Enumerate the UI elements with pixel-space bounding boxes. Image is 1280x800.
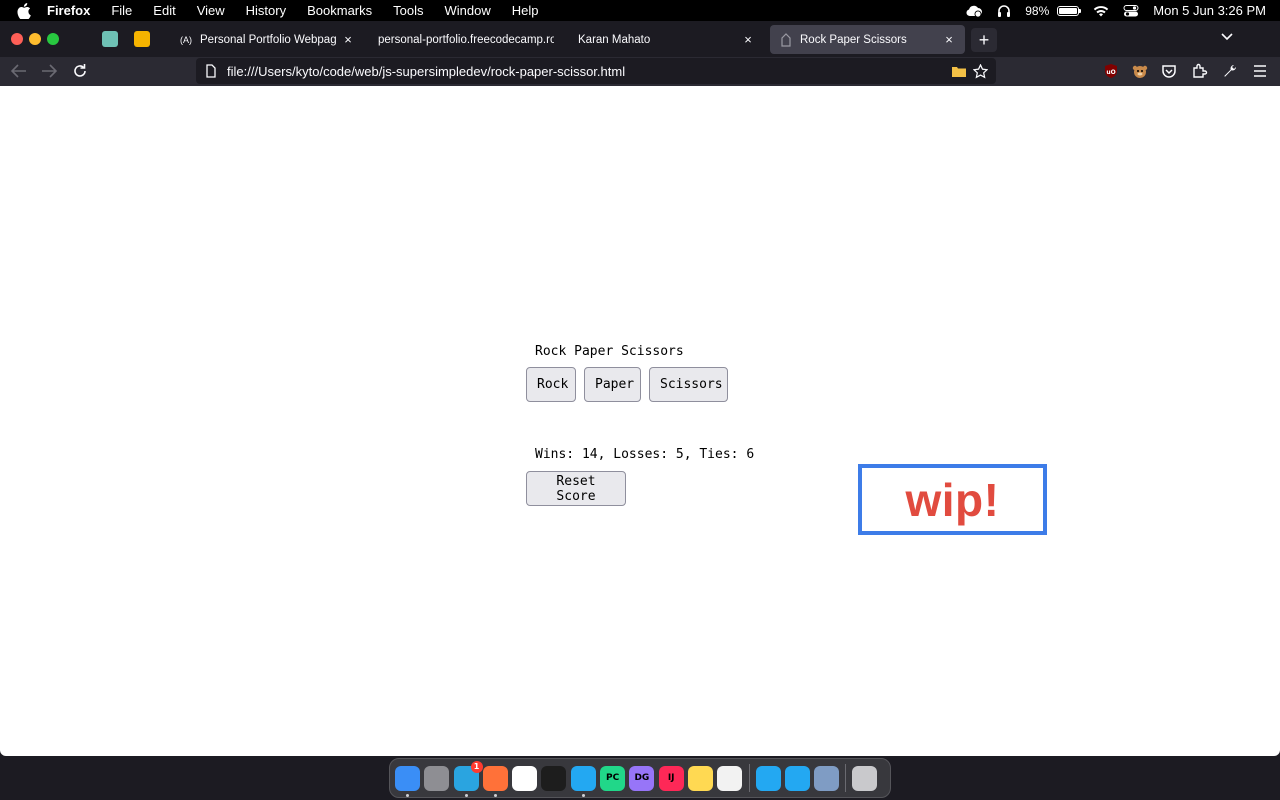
tab-close-icon[interactable]: × — [941, 32, 957, 47]
tab-title: Personal Portfolio Webpage: Bu — [200, 33, 336, 46]
tab-portfolio-webpage[interactable]: (A) Personal Portfolio Webpage: Bu × — [170, 25, 364, 54]
datagrip-label: DG — [634, 773, 650, 783]
launchpad-icon[interactable] — [424, 765, 450, 791]
svg-text:uO: uO — [1106, 69, 1115, 76]
score-text: Wins: 14, Losses: 5, Ties: 6 — [535, 447, 755, 462]
finder-icon[interactable] — [395, 765, 420, 797]
battery-percent: 98% — [1025, 3, 1050, 18]
dock-separator — [845, 764, 847, 792]
datagrip-icon[interactable]: DG — [629, 765, 655, 791]
tab-title: personal-portfolio.freecodecamp.ro — [378, 33, 554, 46]
menubar-clock[interactable]: Mon 5 Jun 3:26 PM — [1153, 3, 1266, 18]
notes-icon[interactable] — [687, 765, 713, 791]
extensions-puzzle-icon[interactable] — [1191, 62, 1209, 80]
game-title: Rock Paper Scissors — [535, 344, 684, 359]
menu-bar: Firefox File Edit View History Bookmarks… — [0, 0, 1280, 21]
running-indicator — [493, 793, 497, 797]
tab-rock-paper-scissors[interactable]: Rock Paper Scissors × — [770, 25, 965, 54]
rock-button[interactable]: Rock — [526, 367, 576, 402]
pycharm-label: PC — [605, 773, 620, 783]
url-text[interactable]: file:///Users/kyto/code/web/js-supersimp… — [227, 64, 952, 79]
tab-title: Karan Mahato — [578, 33, 651, 46]
address-bar[interactable]: file:///Users/kyto/code/web/js-supersimp… — [196, 58, 996, 84]
tab-freecodecamp-portfolio[interactable]: personal-portfolio.freecodecamp.ro — [370, 25, 562, 54]
pinned-tab-chatgpt-icon[interactable] — [102, 31, 118, 47]
trash-icon[interactable] — [852, 765, 878, 791]
page-favicon-icon — [778, 32, 794, 48]
window-close-button[interactable] — [11, 33, 23, 45]
textedit-icon[interactable] — [717, 765, 743, 791]
menu-history[interactable]: History — [246, 3, 286, 18]
vscode-icon[interactable] — [570, 765, 596, 797]
freecodecamp-favicon-icon: (A) — [180, 34, 192, 45]
pinned-tab-keep-icon[interactable] — [134, 31, 150, 47]
running-indicator — [464, 793, 468, 797]
intellij-icon[interactable]: IJ — [658, 765, 684, 791]
window-minimize-button[interactable] — [29, 33, 41, 45]
preview-window-icon[interactable] — [814, 765, 840, 791]
dock-separator — [748, 764, 750, 792]
rps-game: Rock Paper Scissors Rock Paper Scissors … — [526, 342, 754, 506]
telegram-icon[interactable]: 1 — [453, 760, 483, 797]
creative-cloud-icon[interactable] — [965, 4, 983, 18]
folder-icon[interactable] — [952, 66, 966, 77]
navigation-bar: file:///Users/kyto/code/web/js-supersimp… — [0, 57, 1280, 86]
notification-badge: 1 — [470, 760, 483, 773]
chrome-icon[interactable] — [512, 765, 538, 791]
wifi-icon[interactable] — [1093, 5, 1109, 17]
menu-tools[interactable]: Tools — [393, 3, 423, 18]
bookmark-star-icon[interactable] — [972, 63, 988, 79]
new-tab-button[interactable]: + — [971, 28, 997, 52]
back-arrow-icon[interactable] — [9, 61, 29, 81]
dock: 1 PC DG IJ — [389, 758, 891, 798]
menu-bookmarks[interactable]: Bookmarks — [307, 3, 372, 18]
terminal-icon[interactable] — [541, 765, 567, 791]
wip-label: wip! — [858, 464, 1047, 535]
tab-close-icon[interactable]: × — [340, 32, 356, 47]
menu-help[interactable]: Help — [512, 3, 539, 18]
vscode-window-1-icon[interactable] — [755, 765, 781, 791]
reset-score-button[interactable]: Reset Score — [526, 471, 626, 506]
forward-arrow-icon[interactable] — [39, 61, 59, 81]
headphones-icon[interactable] — [997, 4, 1011, 18]
tab-karan-mahato[interactable]: Karan Mahato × — [570, 25, 764, 54]
scissors-button[interactable]: Scissors — [649, 367, 728, 402]
pocket-icon[interactable] — [1160, 62, 1178, 80]
battery-icon[interactable] — [1057, 5, 1082, 16]
firefox-icon[interactable] — [482, 765, 508, 797]
hamburger-menu-icon[interactable] — [1251, 62, 1269, 80]
menu-file[interactable]: File — [111, 3, 132, 18]
vscode-window-2-icon[interactable] — [784, 765, 810, 791]
running-indicator — [581, 793, 585, 797]
tampermonkey-icon[interactable] — [1131, 62, 1149, 80]
list-all-tabs-chevron-icon[interactable] — [1220, 29, 1234, 45]
intellij-label: IJ — [667, 773, 675, 783]
tab-close-icon[interactable]: × — [740, 32, 756, 47]
devtools-wrench-icon[interactable] — [1221, 62, 1239, 80]
reload-icon[interactable] — [70, 61, 90, 81]
running-indicator — [406, 793, 409, 797]
window-zoom-button[interactable] — [47, 33, 59, 45]
pycharm-icon[interactable]: PC — [600, 765, 626, 791]
menu-edit[interactable]: Edit — [153, 3, 175, 18]
page-file-icon — [206, 64, 216, 78]
ublock-origin-icon[interactable]: uO — [1102, 62, 1120, 80]
tab-title: Rock Paper Scissors — [800, 33, 907, 46]
menu-window[interactable]: Window — [445, 3, 491, 18]
tab-strip: (A) Personal Portfolio Webpage: Bu × per… — [0, 21, 1280, 57]
apple-icon[interactable] — [17, 2, 31, 19]
move-buttons: Rock Paper Scissors — [526, 367, 754, 402]
paper-button[interactable]: Paper — [584, 367, 641, 402]
page-content: Rock Paper Scissors Rock Paper Scissors … — [0, 86, 1280, 756]
menu-view[interactable]: View — [197, 3, 225, 18]
control-center-icon[interactable] — [1123, 4, 1139, 17]
menu-app-name[interactable]: Firefox — [47, 3, 90, 18]
